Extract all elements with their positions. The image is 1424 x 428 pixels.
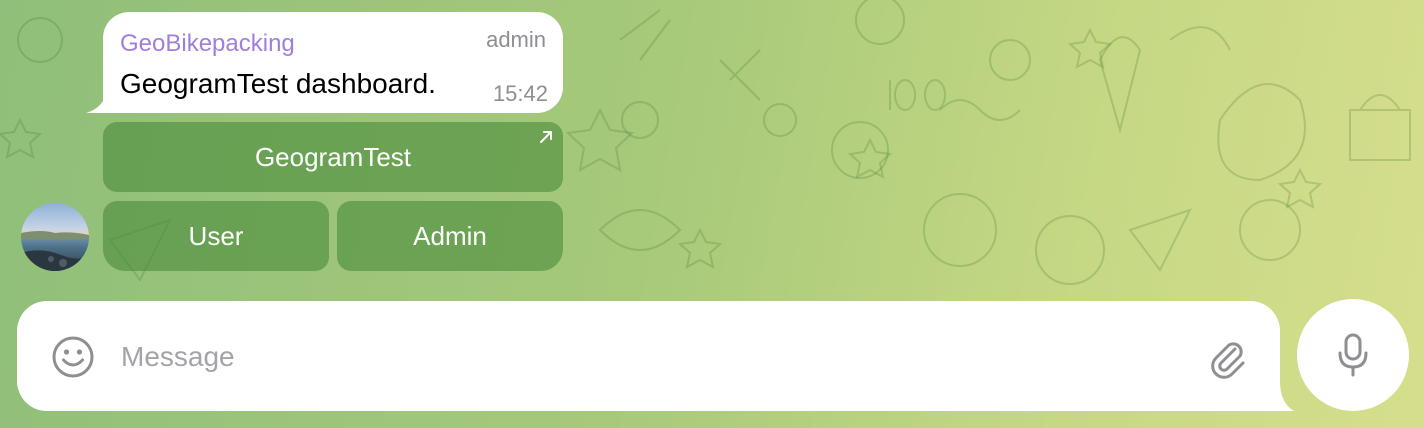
paperclip-icon[interactable] [1205,335,1249,379]
message-text: GeogramTest dashboard. [120,68,436,99]
microphone-icon [1338,333,1368,377]
emoji-icon[interactable] [51,335,95,379]
message-input-placeholder[interactable]: Message [121,341,235,373]
microphone-button[interactable] [1297,299,1409,411]
geogramtest-button-label: GeogramTest [254,141,412,172]
admin-button-label: Admin [413,220,487,251]
message-time: 15:42 [492,81,548,106]
message-bubble: GeoBikepacking admin GeogramTest dashboa… [103,12,563,113]
external-link-arrow-icon [540,131,552,143]
sender-avatar[interactable] [21,203,89,271]
geogramtest-webapp-button[interactable]: GeogramTest [103,122,563,192]
message-input-bar[interactable]: Message [17,301,1280,411]
admin-button[interactable]: Admin [337,201,563,271]
avatar-landscape-image [21,231,89,271]
user-button-label: User [188,220,244,251]
message-sender[interactable]: GeoBikepacking [120,30,295,58]
user-button[interactable]: User [103,201,329,271]
sender-role-badge: admin [486,27,546,52]
